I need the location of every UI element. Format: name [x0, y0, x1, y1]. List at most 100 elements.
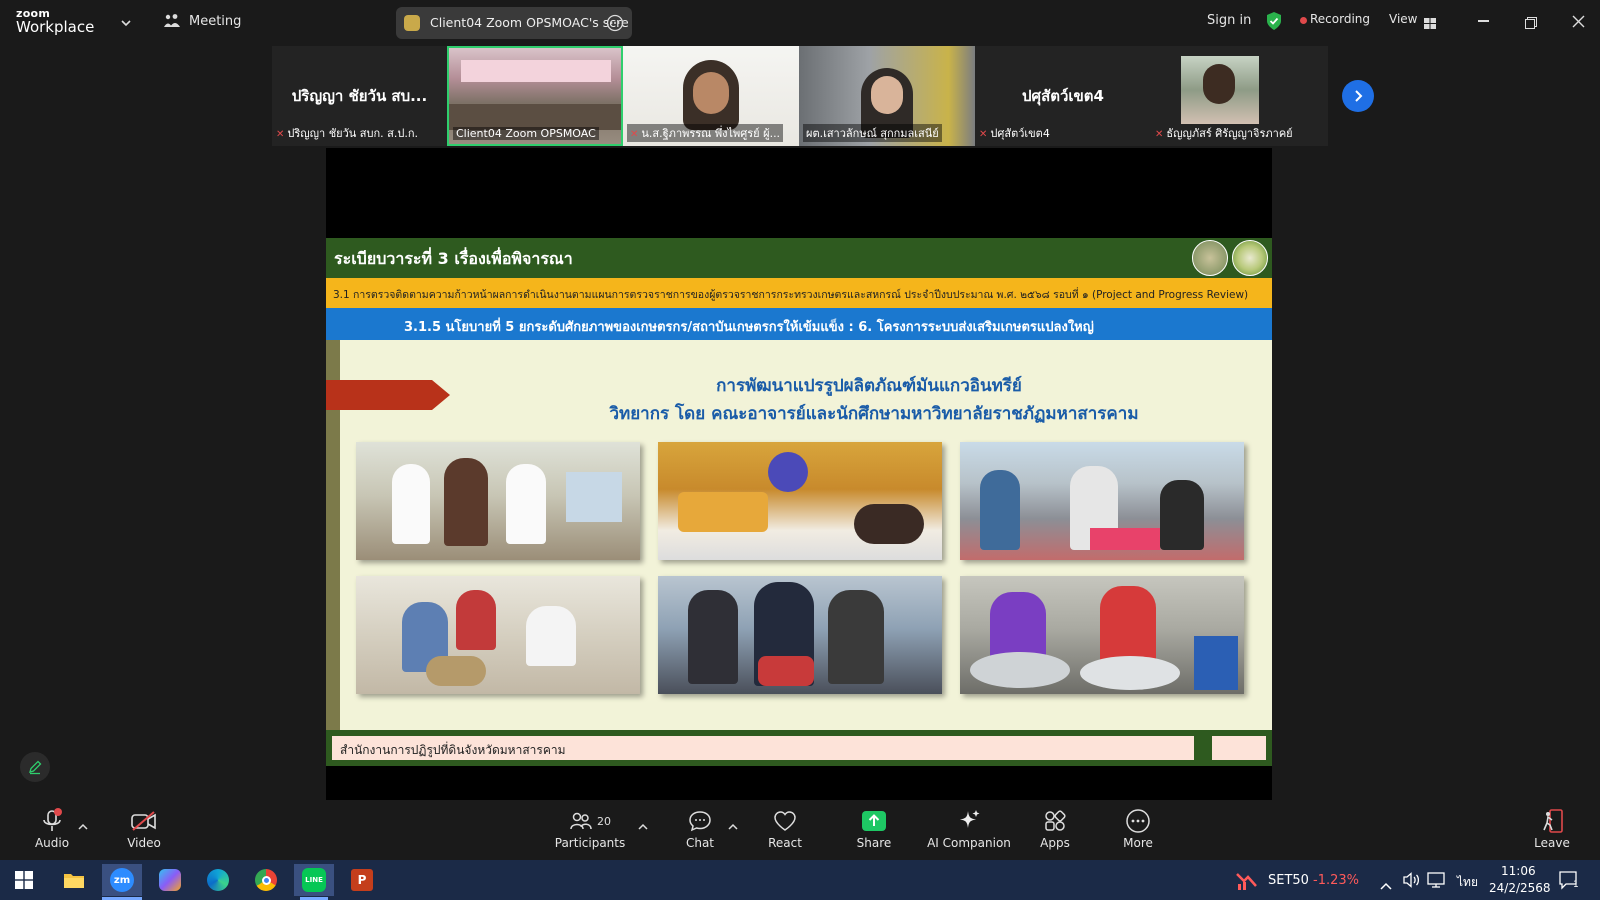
slide-subtitle-bar: 3.1 การตรวจติดตามความก้าวหน้าผลการดำเนิน… — [326, 278, 1272, 308]
mic-muted-icon: ✕ — [979, 129, 988, 140]
windows-taskbar: zm LINE P SET50 -1.23% ไทย 11:06 24/2/25… — [0, 860, 1600, 900]
react-button[interactable]: React — [740, 808, 830, 850]
view-button[interactable]: View — [1389, 12, 1417, 26]
audio-label: Audio — [34, 836, 70, 850]
participant-tile[interactable]: ปริญญา ชัยวัน สบ... ✕ ปริญญา ชัยวัน สบก. … — [272, 46, 447, 146]
next-page-button[interactable] — [1342, 80, 1374, 112]
participants-button[interactable]: 20 Participants — [545, 808, 635, 850]
activity-photo — [658, 442, 942, 560]
workplace-logo-text: Workplace — [16, 18, 95, 36]
participant-avatar-icon — [404, 15, 420, 31]
network-icon[interactable] — [1427, 872, 1445, 892]
title-bar: zoom Workplace Meeting Client04 Zoom OPS… — [0, 0, 1600, 44]
close-icon[interactable] — [1572, 13, 1585, 32]
windows-logo-icon — [15, 871, 33, 889]
activity-photo — [658, 576, 942, 694]
video-off-icon — [131, 811, 156, 831]
recording-label[interactable]: Recording — [1310, 12, 1370, 26]
slide-title: ระเบียบวาระที่ 3 เรื่องเพื่อพิจารณา — [334, 249, 573, 268]
slide-subtitle: 3.1 การตรวจติดตามความก้าวหน้าผลการดำเนิน… — [333, 289, 1249, 301]
leave-button[interactable]: Leave — [1507, 808, 1597, 850]
audio-options-chevron-icon[interactable] — [78, 816, 88, 835]
annotate-button[interactable] — [20, 752, 50, 782]
chevron-right-icon — [1355, 90, 1363, 102]
ai-companion-label: AI Companion — [927, 836, 1011, 850]
participants-icon — [570, 812, 592, 830]
edge-browser-icon[interactable] — [198, 864, 238, 896]
chat-icon — [689, 811, 711, 832]
start-button[interactable] — [4, 864, 44, 896]
clock-time[interactable]: 11:06 — [1501, 864, 1536, 878]
slide-header: ระเบียบวาระที่ 3 เรื่องเพื่อพิจารณา — [326, 238, 1272, 278]
chevron-down-icon[interactable] — [120, 14, 132, 33]
slide-heading: การพัฒนาแปรรูปผลิตภัณฑ์มันแกวอินทรีย์ — [716, 376, 1022, 396]
leave-icon — [1543, 809, 1563, 833]
participant-tile[interactable]: ✕ น.ส.ฐิภาพรรณ พึ่งไพศูรย์ ผู้... — [623, 46, 799, 146]
stock-change: -1.23% — [1313, 873, 1359, 888]
input-language[interactable]: ไทย — [1457, 873, 1478, 892]
speaker-icon[interactable] — [1402, 872, 1420, 892]
person-shape — [1203, 64, 1235, 104]
participant-label: ✕ ปศุสัตว์เขต4 — [979, 127, 1050, 140]
stock-name[interactable]: SET50 — [1268, 873, 1309, 888]
slide-topic-bar: 3.1.5 นโยบายที่ 5 ยกระดับศักยภาพของเกษตร… — [326, 308, 1272, 340]
face-shape — [871, 76, 903, 114]
clock-date[interactable]: 24/2/2568 — [1489, 881, 1551, 895]
file-explorer-icon[interactable] — [54, 864, 94, 896]
share-icon — [862, 811, 886, 831]
grid-view-icon[interactable] — [1424, 14, 1436, 33]
chat-options-chevron-icon[interactable] — [728, 816, 738, 835]
slide-footer: สำนักงานการปฏิรูปที่ดินจังหวัดมหาสารคาม — [326, 730, 1272, 766]
participant-tile-active[interactable]: Client04 Zoom OPSMOAC — [447, 46, 623, 146]
video-button[interactable]: Video — [99, 808, 189, 850]
meeting-icon[interactable] — [163, 13, 181, 33]
ai-companion-button[interactable]: AI Companion — [923, 808, 1015, 850]
participant-tile[interactable]: ✕ ธัญญภัสร์ ศิรัญญาจิรภาคย์ — [1151, 46, 1328, 146]
apps-button[interactable]: Apps — [1010, 808, 1100, 850]
minimize-icon[interactable] — [1478, 20, 1489, 22]
participant-tile[interactable]: ปศุสัตว์เขต4 ✕ ปศุสัตว์เขต4 — [975, 46, 1151, 146]
participant-label: Client04 Zoom OPSMOAC — [453, 127, 599, 140]
line-app-icon[interactable]: LINE — [294, 864, 334, 896]
activity-photo — [356, 442, 640, 560]
share-title: Client04 Zoom OPSMOAC's scre — [430, 15, 629, 30]
emblem-logo — [1192, 240, 1228, 276]
notification-count: 1 — [1573, 880, 1579, 890]
participant-tile[interactable]: ผต.เสาวลักษณ์ สุกกมลเสนีย์ — [799, 46, 975, 146]
activity-photo — [356, 576, 640, 694]
video-label: Video — [127, 836, 161, 850]
apps-icon — [1045, 810, 1066, 831]
sign-in-link[interactable]: Sign in — [1207, 13, 1251, 28]
copilot-icon[interactable] — [150, 864, 190, 896]
participants-count: 20 — [597, 814, 611, 828]
stock-chart-icon[interactable] — [1236, 870, 1258, 894]
participants-label: Participants — [554, 836, 626, 850]
more-icon — [1126, 809, 1150, 833]
mic-muted-icon: ✕ — [1155, 129, 1164, 140]
ministry-logo — [1232, 240, 1268, 276]
chat-label: Chat — [685, 836, 715, 850]
shield-icon[interactable] — [1265, 11, 1283, 35]
restore-icon[interactable] — [1525, 14, 1537, 33]
activity-photo — [960, 576, 1244, 694]
more-options-icon[interactable] — [606, 14, 624, 36]
chevron-up-icon[interactable] — [1380, 875, 1392, 894]
meeting-label[interactable]: Meeting — [189, 14, 241, 29]
heart-icon — [774, 811, 796, 831]
footer-textbox: สำนักงานการปฏิรูปที่ดินจังหวัดมหาสารคาม — [332, 736, 1194, 760]
share-button[interactable]: Share — [829, 808, 919, 850]
leave-label: Leave — [1534, 836, 1570, 850]
activity-photo — [960, 442, 1244, 560]
more-button[interactable]: More — [1093, 808, 1183, 850]
share-status-pill[interactable]: Client04 Zoom OPSMOAC's scre — [396, 7, 632, 39]
more-label: More — [1123, 836, 1153, 850]
slide-subheading: วิทยากร โดย คณะอาจารย์และนักศึกษามหาวิทย… — [609, 404, 1139, 424]
participant-strip: ปริญญา ชัยวัน สบ... ✕ ปริญญา ชัยวัน สบก. … — [272, 46, 1328, 146]
powerpoint-icon[interactable]: P — [342, 864, 382, 896]
pencil-icon — [29, 760, 42, 775]
zoom-app-icon[interactable]: zm — [102, 864, 142, 896]
participants-options-chevron-icon[interactable] — [638, 816, 648, 835]
shared-screen: ระเบียบวาระที่ 3 เรื่องเพื่อพิจารณา 3.1 … — [326, 148, 1272, 800]
chrome-browser-icon[interactable] — [246, 864, 286, 896]
sparkle-icon — [960, 810, 980, 828]
